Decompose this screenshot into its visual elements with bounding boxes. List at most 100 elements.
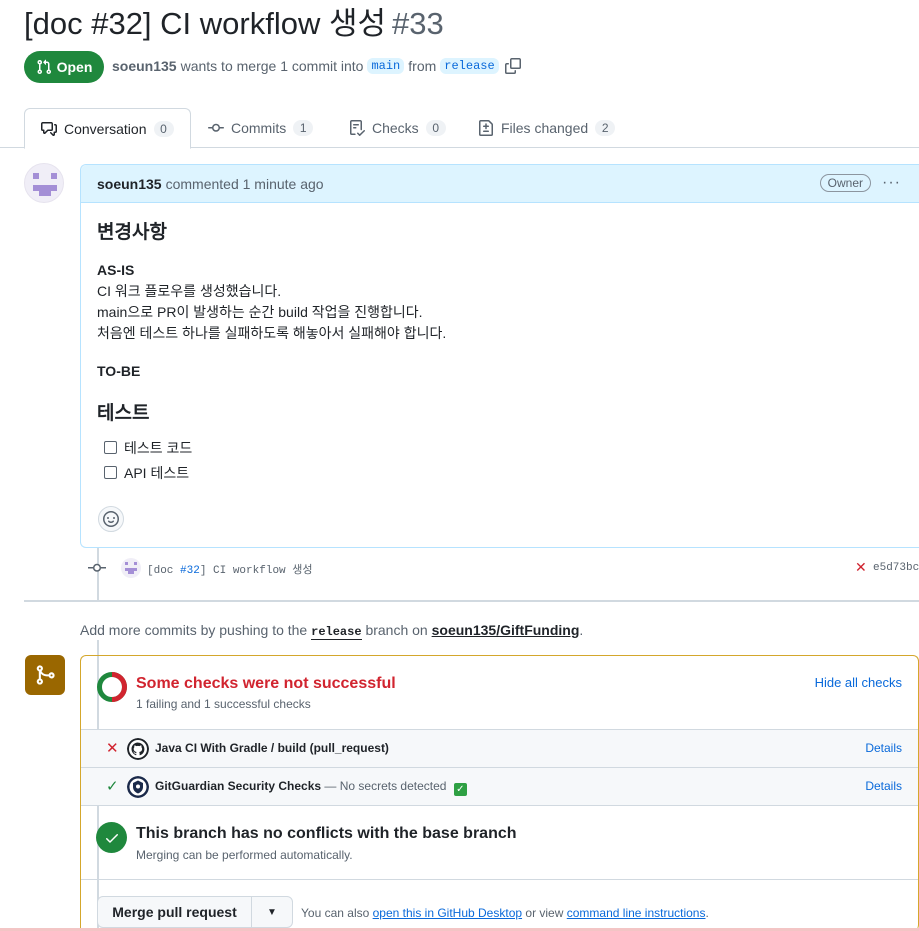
merge-method-dropdown[interactable]: ▼ [252, 897, 292, 927]
git-pull-request-icon [37, 59, 51, 75]
pr-title-text: [doc #32] CI workflow 생성 [24, 6, 386, 41]
tab-commits-count: 1 [293, 120, 314, 136]
tab-conversation-label: Conversation [64, 120, 147, 137]
check-details-link[interactable]: Details [865, 779, 902, 793]
open-in-desktop-link[interactable]: open this in GitHub Desktop [373, 906, 522, 920]
commit-sha-link[interactable]: e5d73bc [873, 562, 919, 574]
task-checkbox[interactable] [104, 441, 117, 454]
hint-before: You can also [301, 906, 370, 920]
x-icon[interactable]: ✕ [855, 559, 867, 576]
comment-discussion-icon [41, 121, 57, 136]
check-name-text: GitGuardian Security Checks [155, 779, 322, 793]
merge-summary: soeun135 wants to merge 1 commit into ma… [112, 58, 521, 74]
check-details-link[interactable]: Details [865, 741, 902, 755]
copy-icon[interactable] [504, 58, 521, 74]
tobe-label: TO-BE [97, 363, 141, 379]
check-desc: — No secrets detected [324, 779, 447, 793]
tab-files-changed-count: 2 [595, 120, 616, 136]
merge-pull-request-button[interactable]: Merge pull request [98, 897, 252, 927]
issue-link[interactable]: #32 [180, 565, 200, 577]
checklist-icon [350, 120, 365, 136]
task-label: API 테스트 [124, 464, 190, 481]
comment-options-icon[interactable]: ··· [882, 174, 901, 192]
no-conflicts-subtitle: Merging can be performed automatically. [136, 848, 353, 862]
commit-message-prefix: [doc [147, 565, 181, 577]
body-line: CI 워크 플로우를 생성했습니다. [97, 283, 282, 299]
check-box-icon: ✓ [453, 783, 467, 796]
smiley-icon [103, 511, 119, 527]
tab-commits[interactable]: Commits 1 [208, 108, 314, 148]
github-icon [127, 738, 149, 760]
hint-end: . [705, 906, 709, 920]
check-name: Java CI With Gradle / build (pull_reques… [155, 741, 389, 755]
merge-button-group: Merge pull request ▼ [97, 896, 293, 928]
avatar[interactable] [121, 558, 141, 578]
add-more-middle: branch on [365, 622, 428, 638]
from-text: from [408, 58, 437, 74]
task-item[interactable]: 테스트 코드 [97, 435, 903, 460]
commit-event: [doc #32] CI workflow 생성 ✕ e5d73bc [88, 556, 919, 580]
timeline-divider [24, 600, 919, 602]
tab-files-changed[interactable]: Files changed 2 [478, 108, 616, 148]
heading-test: 테스트 [97, 403, 150, 424]
commit-message-suffix: ] CI workflow 생성 [199, 565, 313, 577]
checks-status-ring-icon [97, 672, 127, 702]
commit-message-link[interactable]: [doc #32] CI workflow 생성 [147, 561, 312, 577]
pr-title: [doc #32] CI workflow 생성 #33 [24, 4, 444, 44]
check-item: ✓ GitGuardian Security Checks — No secre… [81, 768, 918, 806]
check-circle-icon [96, 822, 127, 853]
add-reaction-button[interactable] [98, 506, 124, 532]
add-more-end: . [579, 622, 584, 638]
asis-label: AS-IS [97, 262, 135, 278]
comment-meta[interactable]: commented 1 minute ago [166, 176, 324, 192]
checks-title: Some checks were not successful [136, 675, 396, 692]
check-name-text: Java CI With Gradle / build (pull_reques… [155, 741, 389, 755]
command-line-instructions-link[interactable]: command line instructions [567, 906, 706, 920]
no-conflicts-section: This branch has no conflicts with the ba… [81, 806, 918, 880]
branch-name: release [311, 625, 362, 640]
add-more-before: Add more commits by pushing to the [80, 622, 308, 638]
comment-author[interactable]: soeun135 [97, 176, 162, 192]
task-label: 테스트 코드 [124, 439, 193, 456]
head-branch-tag[interactable]: release [440, 58, 499, 74]
tab-checks[interactable]: Checks 0 [349, 108, 446, 148]
body-line: main으로 PR이 발생하는 순간 build 작업을 진행합니다. [97, 304, 423, 320]
check-item: ✕ Java CI With Gradle / build (pull_requ… [81, 730, 918, 768]
merge-status-icon [25, 655, 65, 695]
tab-checks-label: Checks [372, 120, 419, 136]
merge-actions: Merge pull request ▼ You can also open t… [81, 896, 918, 931]
gitguardian-icon [127, 776, 149, 798]
git-merge-icon [36, 665, 55, 685]
pr-description-comment: soeun135 commented 1 minute ago Owner ··… [80, 164, 919, 548]
pr-tabs: Conversation 0 Commits 1 Checks 0 Files … [0, 108, 919, 149]
no-conflicts-title: This branch has no conflicts with the ba… [136, 825, 517, 842]
tab-conversation[interactable]: Conversation 0 [24, 108, 191, 149]
comment-body: 변경사항 AS-IS CI 워크 플로우를 생성했습니다. main으로 PR이… [97, 217, 903, 485]
identicon-icon [125, 562, 137, 574]
hint-middle: or view [525, 906, 564, 920]
pr-state-label: Open [56, 59, 93, 75]
merge-box: Some checks were not successful 1 failin… [80, 655, 919, 931]
heading-changes: 변경사항 [97, 222, 167, 243]
merge-hint: You can also open this in GitHub Desktop… [301, 906, 709, 920]
file-diff-icon [479, 120, 493, 136]
tab-files-changed-label: Files changed [501, 120, 589, 136]
pr-author-link[interactable]: soeun135 [112, 58, 177, 74]
repo-link[interactable]: soeun135/GiftFunding [432, 622, 580, 638]
x-icon: ✕ [106, 740, 119, 757]
base-branch-tag[interactable]: main [367, 58, 405, 74]
pr-state-badge: Open [24, 51, 104, 83]
task-item[interactable]: API 테스트 [97, 460, 903, 485]
comment-header: soeun135 commented 1 minute ago Owner ··… [81, 165, 919, 203]
identicon-icon [33, 173, 57, 196]
tab-commits-label: Commits [231, 120, 287, 136]
git-commit-icon [88, 563, 106, 572]
hide-all-checks-link[interactable]: Hide all checks [815, 675, 902, 690]
check-icon: ✓ [106, 778, 119, 795]
tab-checks-count: 0 [425, 120, 446, 136]
avatar[interactable] [24, 163, 64, 203]
task-checkbox[interactable] [104, 466, 117, 479]
merge-text: wants to merge 1 commit into [180, 58, 364, 74]
add-more-commits-hint: Add more commits by pushing to the relea… [80, 622, 584, 640]
owner-badge: Owner [819, 174, 871, 192]
